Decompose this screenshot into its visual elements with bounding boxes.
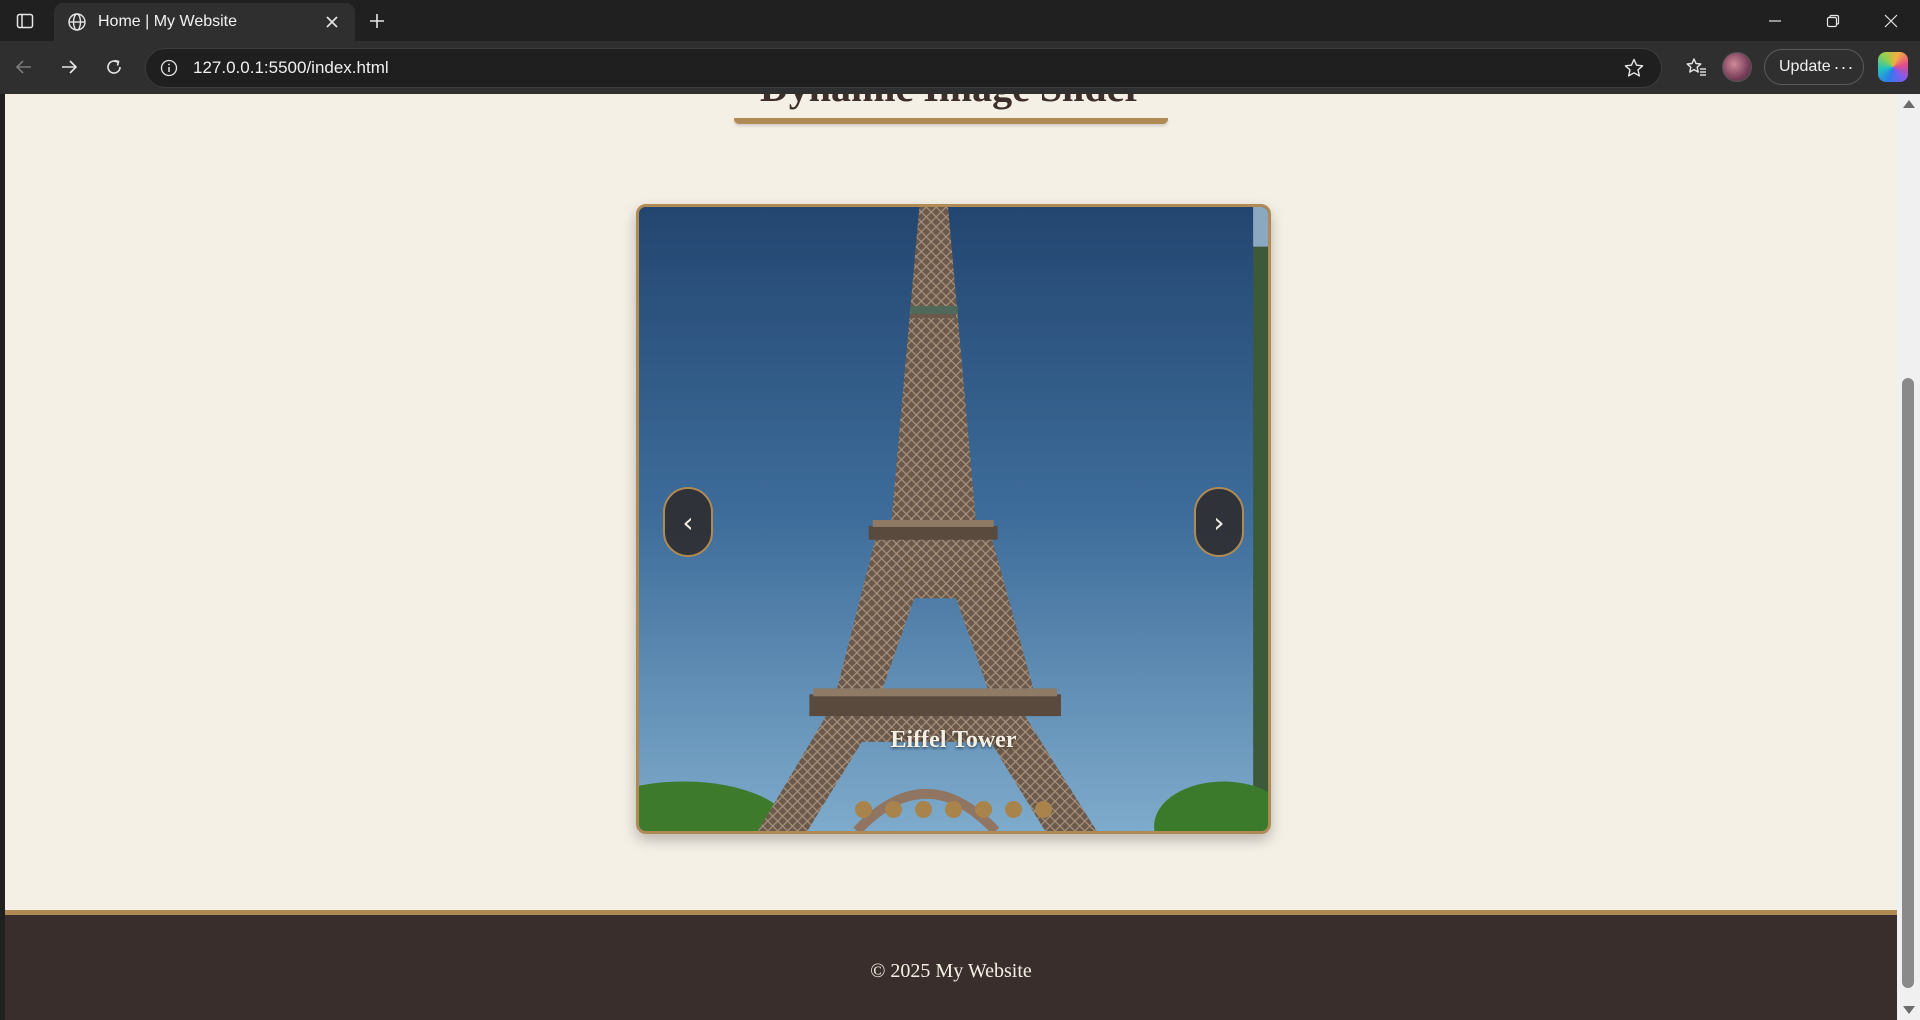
browser-toolbar: 127.0.0.1:5500/index.html Update ··· [0,41,1920,94]
back-icon[interactable] [8,51,40,83]
refresh-icon[interactable] [98,51,130,83]
profile-avatar[interactable] [1722,52,1752,82]
forward-icon[interactable] [53,51,85,83]
update-button[interactable]: Update ··· [1764,49,1864,85]
footer-copyright: © 2025 My Website [870,960,1032,982]
url-text[interactable]: 127.0.0.1:5500/index.html [193,58,1621,78]
scroll-down-arrow-icon[interactable] [1903,1006,1915,1014]
slider-dot[interactable] [885,801,902,818]
title-underline [734,118,1168,124]
tab-title: Home | My Website [98,13,238,30]
browser-tab[interactable]: Home | My Website [54,3,355,41]
page-scrollbar[interactable] [1897,94,1920,1020]
new-tab-icon[interactable] [364,8,390,34]
browser-titlebar: Home | My Website [0,0,1920,41]
more-options-icon[interactable]: ··· [1833,56,1855,78]
slider-dot[interactable] [975,801,992,818]
window-close-icon[interactable] [1868,6,1914,36]
scroll-up-arrow-icon[interactable] [1903,100,1915,108]
image-slider: Eiffel Tower ‹ › [636,204,1271,834]
next-slide-button[interactable]: › [1194,487,1244,557]
slider-dot[interactable] [945,801,962,818]
slider-dot[interactable] [915,801,932,818]
sidebar-toggle-icon[interactable] [12,8,38,34]
favorites-icon[interactable] [1680,51,1712,83]
close-icon[interactable] [321,11,343,33]
slide-caption: Eiffel Tower [890,727,1017,753]
update-label: Update [1779,58,1831,75]
prev-slide-button[interactable]: ‹ [663,487,713,557]
avatar [1722,52,1752,82]
address-bar[interactable]: 127.0.0.1:5500/index.html [145,48,1662,88]
slider-dot[interactable] [855,801,872,818]
restore-icon[interactable] [1810,6,1856,36]
slider-dot[interactable] [1035,801,1052,818]
minimize-icon[interactable] [1752,6,1798,36]
info-icon[interactable] [158,57,180,79]
copilot-icon[interactable] [1878,52,1908,82]
favorite-star-icon[interactable] [1621,55,1647,81]
slider-dots [639,801,1268,818]
scrollbar-thumb[interactable] [1902,378,1914,988]
page-title: Dynamic Image Slider [5,94,1897,111]
page-viewport: Dynamic Image Slider [5,94,1897,1020]
footer: © 2025 My Website [5,910,1897,1020]
slider-dot[interactable] [1005,801,1022,818]
globe-icon [66,11,88,33]
